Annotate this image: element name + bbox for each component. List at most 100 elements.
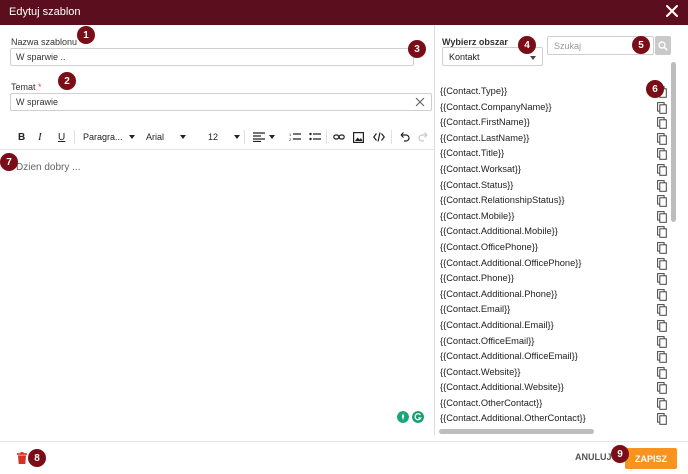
image-icon — [353, 131, 364, 143]
copy-icon[interactable] — [657, 335, 667, 348]
variable-label: {{Contact.OfficePhone}} — [440, 241, 539, 252]
bullet-list-icon — [309, 132, 321, 141]
bullet-list-button[interactable] — [309, 130, 321, 144]
subject-label: Temat * — [11, 82, 42, 92]
search-button[interactable] — [655, 36, 671, 55]
annotation-badge-6: 6 — [646, 80, 664, 98]
font-size-select[interactable]: 12 — [208, 130, 241, 144]
vertical-scrollbar[interactable] — [671, 62, 676, 222]
copy-icon[interactable] — [657, 320, 667, 332]
variable-label: {{Contact.Worksat}} — [440, 163, 521, 174]
annotation-badge-9: 9 — [611, 445, 629, 463]
variable-label: {{Contact.Mobile}} — [440, 210, 515, 221]
template-name-label: Nazwa szablonu * — [11, 37, 83, 47]
copy-icon[interactable] — [657, 257, 667, 270]
annotation-badge-3: 3 — [408, 40, 426, 58]
link-button[interactable] — [333, 130, 345, 144]
variable-item[interactable]: {{Contact.OfficePhone}} — [435, 240, 679, 256]
toolbar-separator — [74, 130, 75, 144]
annotation-badge-7: 7 — [0, 153, 18, 171]
copy-icon[interactable] — [657, 117, 667, 129]
horizontal-scrollbar[interactable] — [439, 429, 594, 434]
annotation-badge-8: 8 — [28, 449, 46, 467]
variable-item[interactable]: {{Contact.Title}} — [435, 146, 679, 162]
variable-label: {{Contact.Additional.Website}} — [440, 382, 564, 393]
variable-item[interactable]: {{Contact.Email}} — [435, 302, 679, 318]
copy-icon[interactable] — [657, 397, 667, 410]
variable-item[interactable]: {{Contact.CompanyName}} — [435, 100, 679, 116]
paragraph-select[interactable]: Paragra... — [83, 130, 135, 144]
variable-item[interactable]: {{Contact.Additional.OtherContact}} — [435, 411, 679, 427]
variable-item[interactable]: {{Contact.OfficeEmail}} — [435, 334, 679, 350]
undo-icon — [400, 132, 410, 142]
image-button[interactable] — [353, 130, 364, 144]
variable-item[interactable]: {{Contact.Additional.Website}} — [435, 380, 679, 396]
grammarly-icon[interactable] — [412, 411, 424, 423]
copy-icon[interactable] — [657, 148, 667, 161]
cancel-button[interactable]: ANULUJ — [575, 452, 612, 462]
assistant-icon[interactable] — [397, 411, 409, 423]
copy-icon[interactable] — [657, 101, 667, 114]
clear-icon[interactable] — [415, 97, 425, 107]
variable-item[interactable]: {{Contact.LastName}} — [435, 131, 679, 147]
variable-item[interactable]: {{Contact.Additional.Phone}} — [435, 287, 679, 303]
variable-item[interactable]: {{Contact.Website}} — [435, 365, 679, 381]
font-select[interactable]: Arial — [146, 130, 187, 144]
copy-icon[interactable] — [657, 382, 667, 395]
copy-icon[interactable] — [657, 210, 667, 223]
redo-button[interactable] — [418, 130, 430, 144]
copy-icon[interactable] — [657, 288, 667, 301]
variable-label: {{Contact.Additional.OfficeEmail}} — [440, 351, 578, 362]
numbered-list-button[interactable]: 12 — [289, 130, 301, 144]
close-icon[interactable] — [665, 4, 679, 18]
save-button[interactable]: ZAPISZ — [625, 448, 677, 469]
copy-icon[interactable] — [657, 132, 667, 145]
toolbar-separator — [244, 130, 245, 144]
align-button[interactable] — [253, 130, 275, 144]
trash-icon[interactable] — [17, 452, 27, 464]
copy-icon[interactable] — [657, 164, 667, 176]
variable-item[interactable]: {{Contact.Additional.OfficePhone}} — [435, 256, 679, 272]
annotation-badge-5: 5 — [632, 36, 650, 54]
underline-button[interactable]: U — [58, 130, 65, 144]
subject-input[interactable]: W sprawie — [10, 93, 432, 111]
copy-icon[interactable] — [657, 195, 667, 207]
variable-item[interactable]: {{Contact.Status}} — [435, 178, 679, 194]
svg-text:2: 2 — [289, 137, 292, 142]
variable-label: {{Contact.Email}} — [440, 304, 511, 315]
variable-item[interactable]: {{Contact.FirstName}} — [435, 115, 679, 131]
area-label: Wybierz obszar — [442, 37, 508, 47]
variable-item[interactable]: {{Contact.Additional.OfficeEmail}} — [435, 349, 679, 365]
variable-item[interactable]: {{Contact.Phone}} — [435, 271, 679, 287]
variable-item[interactable]: {{Contact.Additional.Email}} — [435, 318, 679, 334]
template-name-input[interactable]: W sparwie .. — [10, 48, 414, 66]
copy-icon[interactable] — [657, 366, 667, 379]
variable-label: {{Contact.Title}} — [440, 148, 505, 159]
link-icon — [333, 134, 345, 140]
variable-label: {{Contact.OfficeEmail}} — [440, 335, 535, 346]
copy-icon[interactable] — [657, 413, 667, 426]
copy-icon[interactable] — [657, 351, 667, 363]
copy-icon[interactable] — [657, 226, 667, 239]
source-code-button[interactable] — [373, 130, 385, 144]
copy-icon[interactable] — [657, 242, 667, 254]
variable-item[interactable]: {{Contact.RelationshipStatus}} — [435, 193, 679, 209]
variable-list: {{Contact.Type}} {{Contact.CompanyName}} {… — [435, 84, 679, 427]
variable-item[interactable]: {{Contact.Mobile}} — [435, 209, 679, 225]
editor-content[interactable]: Dzien dobry ... — [16, 162, 80, 173]
variable-item[interactable]: {{Contact.Type}} — [435, 84, 679, 100]
copy-icon[interactable] — [657, 304, 667, 317]
copy-icon[interactable] — [657, 179, 667, 192]
redo-icon — [418, 132, 428, 142]
variable-item[interactable]: {{Contact.Additional.Mobile}} — [435, 224, 679, 240]
bold-button[interactable]: B — [18, 130, 25, 144]
area-selected-value: Kontakt — [449, 52, 480, 62]
variable-item[interactable]: {{Contact.Worksat}} — [435, 162, 679, 178]
copy-icon[interactable] — [657, 273, 667, 285]
toolbar-separator — [391, 130, 392, 144]
undo-button[interactable] — [398, 130, 410, 144]
align-left-icon — [253, 132, 265, 142]
variable-label: {{Contact.Type}} — [440, 86, 508, 96]
variable-item[interactable]: {{Contact.OtherContact}} — [435, 396, 679, 412]
italic-button[interactable]: I — [38, 130, 42, 144]
